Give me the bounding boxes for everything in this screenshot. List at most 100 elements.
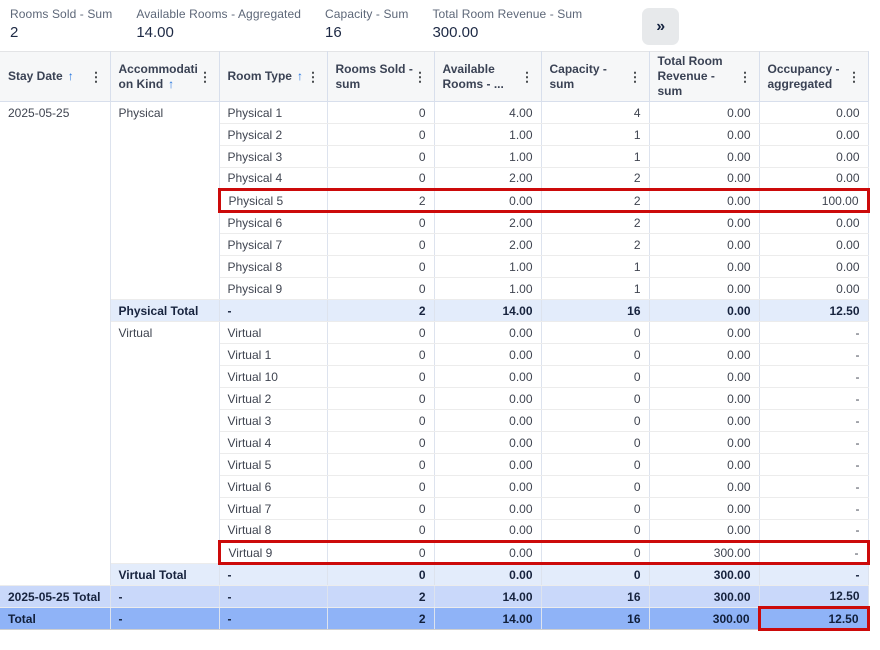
cell-rooms-sold: 0: [327, 366, 434, 388]
cell-total-room-revenue: 0.00: [649, 322, 759, 344]
subtotal-row: Virtual Total-00.000300.00-: [0, 564, 868, 586]
cell-occupancy: -: [759, 564, 868, 586]
column-header-occupancy[interactable]: Occupancy - aggregated⋮: [759, 52, 868, 102]
summary-metric-available-rooms: Available Rooms - Aggregated 14.00: [136, 7, 301, 41]
metric-label: Rooms Sold - Sum: [10, 7, 112, 21]
column-header-label: Room Type: [228, 69, 292, 83]
cell-stay-date: 2025-05-25 Total: [0, 586, 110, 608]
cell-total-room-revenue: 0.00: [649, 300, 759, 322]
column-menu-icon[interactable]: ⋮: [90, 70, 103, 83]
cell-occupancy: -: [759, 388, 868, 410]
column-menu-icon[interactable]: ⋮: [739, 70, 752, 83]
sort-ascending-icon[interactable]: ↑: [68, 69, 74, 83]
cell-total-room-revenue: 0.00: [649, 124, 759, 146]
table-row: 2025-05-25PhysicalPhysical 104.0040.000.…: [0, 102, 868, 124]
cell-total-room-revenue: 0.00: [649, 256, 759, 278]
cell-total-room-revenue: 300.00: [649, 586, 759, 608]
cell-rooms-sold: 0: [327, 410, 434, 432]
cell-rooms-sold: 0: [327, 278, 434, 300]
cell-total-room-revenue: 0.00: [649, 476, 759, 498]
cell-total-room-revenue: 0.00: [649, 454, 759, 476]
cell-total-room-revenue: 300.00: [649, 564, 759, 586]
column-menu-icon[interactable]: ⋮: [629, 70, 642, 83]
column-menu-icon[interactable]: ⋮: [414, 70, 427, 83]
cell-total-room-revenue: 0.00: [649, 168, 759, 190]
cell-available-rooms: 0.00: [434, 454, 541, 476]
table-row: VirtualVirtual00.0000.00-: [0, 322, 868, 344]
cell-capacity: 0: [541, 564, 649, 586]
column-header-stay-date[interactable]: Stay Date↑⋮: [0, 52, 110, 102]
sort-ascending-icon[interactable]: ↑: [168, 77, 174, 91]
cell-available-rooms: 1.00: [434, 256, 541, 278]
cell-rooms-sold: 0: [327, 454, 434, 476]
cell-room-type: Physical 8: [219, 256, 327, 278]
cell-room-type: Virtual 3: [219, 410, 327, 432]
cell-occupancy: 0.00: [759, 124, 868, 146]
cell-stay-date: 2025-05-25: [0, 102, 110, 586]
cell-rooms-sold: 0: [327, 234, 434, 256]
cell-available-rooms: 0.00: [434, 388, 541, 410]
cell-capacity: 0: [541, 410, 649, 432]
metric-value: 16: [325, 24, 408, 41]
cell-room-type: Virtual 4: [219, 432, 327, 454]
cell-occupancy: 0.00: [759, 278, 868, 300]
cell-capacity: 2: [541, 168, 649, 190]
cell-accommodation-kind: -: [110, 586, 219, 608]
pivot-table: Stay Date↑⋮Accommodation Kind↑⋮Room Type…: [0, 51, 870, 631]
cell-available-rooms: 0.00: [434, 366, 541, 388]
cell-available-rooms: 2.00: [434, 234, 541, 256]
sort-ascending-icon[interactable]: ↑: [297, 69, 303, 83]
column-header-total-room-revenue[interactable]: Total Room Revenue - sum⋮: [649, 52, 759, 102]
cell-accommodation-kind: Physical Total: [110, 300, 219, 322]
cell-available-rooms: 0.00: [434, 322, 541, 344]
cell-capacity: 1: [541, 124, 649, 146]
cell-rooms-sold: 0: [327, 498, 434, 520]
cell-rooms-sold: 2: [327, 300, 434, 322]
subtotal-row: Physical Total-214.00160.0012.50: [0, 300, 868, 322]
cell-total-room-revenue: 0.00: [649, 234, 759, 256]
column-header-available-rooms[interactable]: Available Rooms - ... ⋮: [434, 52, 541, 102]
metric-label: Total Room Revenue - Sum: [432, 7, 582, 21]
cell-capacity: 0: [541, 388, 649, 410]
column-header-label: Rooms Sold - sum: [336, 62, 413, 91]
cell-occupancy: 12.50: [759, 608, 868, 630]
column-header-accommodation-kind[interactable]: Accommodation Kind↑ ⋮: [110, 52, 219, 102]
cell-capacity: 2: [541, 190, 649, 212]
cell-capacity: 0: [541, 454, 649, 476]
summary-metric-total-room-revenue: Total Room Revenue - Sum 300.00: [432, 7, 582, 41]
pivot-table-container: Stay Date↑⋮Accommodation Kind↑⋮Room Type…: [0, 51, 880, 631]
column-header-capacity[interactable]: Capacity - sum⋮: [541, 52, 649, 102]
cell-occupancy: -: [759, 432, 868, 454]
cell-available-rooms: 0.00: [434, 498, 541, 520]
cell-occupancy: -: [759, 520, 868, 542]
cell-room-type: Virtual 1: [219, 344, 327, 366]
cell-available-rooms: 1.00: [434, 146, 541, 168]
column-header-label: Available Rooms - ...: [443, 62, 504, 91]
cell-room-type: -: [219, 300, 327, 322]
cell-occupancy: -: [759, 322, 868, 344]
cell-occupancy: 12.50: [759, 586, 868, 608]
cell-room-type: -: [219, 608, 327, 630]
cell-available-rooms: 0.00: [434, 476, 541, 498]
metric-value: 300.00: [432, 24, 582, 41]
column-header-rooms-sold[interactable]: Rooms Sold - sum⋮: [327, 52, 434, 102]
column-menu-icon[interactable]: ⋮: [848, 70, 861, 83]
cell-available-rooms: 0.00: [434, 432, 541, 454]
column-header-label: Accommodation Kind: [119, 62, 198, 91]
column-header-room-type[interactable]: Room Type ↑ ⋮: [219, 52, 327, 102]
cell-capacity: 1: [541, 256, 649, 278]
cell-room-type: Virtual: [219, 322, 327, 344]
column-menu-icon[interactable]: ⋮: [307, 70, 320, 83]
cell-occupancy: -: [759, 476, 868, 498]
metric-value: 14.00: [136, 24, 301, 41]
cell-total-room-revenue: 0.00: [649, 432, 759, 454]
cell-occupancy: 0.00: [759, 212, 868, 234]
cell-rooms-sold: 0: [327, 322, 434, 344]
cell-capacity: 0: [541, 366, 649, 388]
chevron-double-right-icon[interactable]: »: [642, 8, 679, 45]
cell-capacity: 0: [541, 542, 649, 564]
column-menu-icon[interactable]: ⋮: [521, 70, 534, 83]
cell-capacity: 16: [541, 586, 649, 608]
column-menu-icon[interactable]: ⋮: [199, 70, 212, 83]
cell-rooms-sold: 0: [327, 344, 434, 366]
